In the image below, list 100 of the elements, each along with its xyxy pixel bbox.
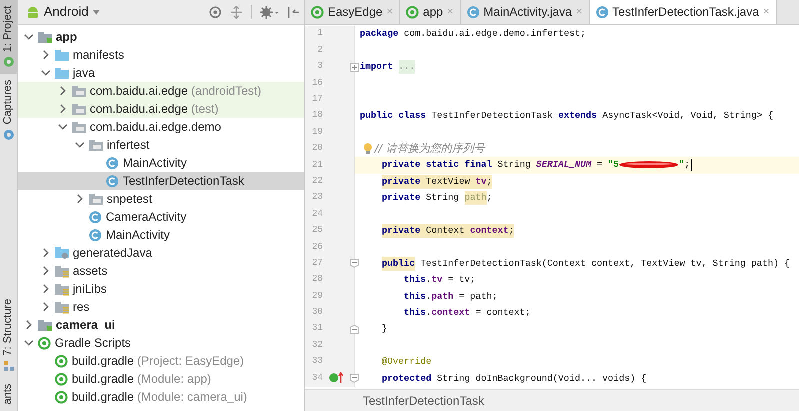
gradle-icon	[406, 6, 420, 18]
tool-window-tab[interactable]: ants	[0, 378, 17, 411]
module-folder-icon	[38, 318, 52, 332]
tree-item[interactable]: res	[18, 298, 304, 316]
package-folder-icon	[72, 102, 86, 116]
line-number: 33	[311, 355, 323, 368]
folder-icon	[55, 48, 69, 62]
class-icon	[596, 6, 609, 18]
code-line: this.path = path;	[404, 290, 498, 304]
gradle-icon	[311, 6, 324, 18]
line-number: 1	[316, 27, 323, 40]
redaction-mark	[619, 161, 680, 170]
generated-folder-icon	[55, 246, 69, 260]
code-line: // 请替换为您的序列号	[375, 140, 485, 157]
code-line: protected String doInBackground(Void... voids) {	[382, 372, 647, 386]
line-number: 28	[311, 273, 323, 286]
line-number: 31	[311, 322, 323, 336]
tree-item[interactable]: com.baidu.ai.edge (androidTest)	[18, 82, 304, 100]
class-icon	[106, 174, 119, 188]
tree-item[interactable]: app	[18, 28, 304, 46]
line-number: 32	[311, 338, 323, 352]
code-line: this.tv = tv;	[404, 273, 476, 288]
tree-item[interactable]: snpetest	[18, 190, 304, 208]
tree-item[interactable]: MainActivity	[18, 154, 304, 172]
code-line: package com.baidu.ai.edge.demo.infertest;	[360, 27, 586, 42]
line-number: 34	[311, 372, 323, 385]
tool-window-tab[interactable]: 1: Project	[0, 0, 17, 74]
line-number: 20	[311, 142, 323, 156]
line-number: 16	[311, 76, 323, 90]
tree-item[interactable]: Gradle Scripts	[18, 334, 304, 352]
tree-item[interactable]: build.gradle (Project: EasyEdge)	[18, 352, 304, 370]
line-number: 26	[311, 240, 323, 254]
package-folder-icon	[72, 120, 86, 134]
lightbulb-icon	[363, 142, 373, 155]
line-number: 21	[311, 158, 323, 172]
code-line: private static final String SERIAL_NUM = "5 ";	[382, 158, 692, 174]
line-number: 3	[316, 60, 323, 74]
tree-item[interactable]: MainActivity	[18, 226, 304, 244]
code-line: private String path;	[382, 190, 492, 206]
tree-item[interactable]: build.gradle (Module: app)	[18, 370, 304, 388]
gradle-icon	[55, 354, 68, 368]
code-line: private TextView tv;	[382, 174, 492, 190]
editor-tab[interactable]: MainActivity.java ×	[460, 0, 590, 24]
tree-item[interactable]: infertest	[18, 136, 304, 154]
line-number: 19	[311, 126, 323, 139]
code-line: this.context = context;	[404, 306, 531, 320]
tool-window-tab[interactable]: 7: Structure	[0, 293, 17, 378]
package-folder-icon	[72, 84, 86, 98]
line-number: 23	[311, 191, 323, 204]
tree-item[interactable]: generatedJava	[18, 244, 304, 262]
code-line: }	[382, 322, 388, 336]
gradle-icon	[55, 390, 68, 404]
tree-item[interactable]: com.baidu.ai.edge.demo	[18, 118, 304, 136]
package-folder-icon	[89, 192, 103, 206]
code-line: public TestInferDetectionTask(Context context, TextView tv, String path) {	[382, 256, 790, 272]
resource-folder-icon	[55, 282, 69, 296]
tree-item[interactable]: jniLibs	[18, 280, 304, 298]
collapse-icon[interactable]	[230, 6, 243, 18]
editor-tab[interactable]: TestInferDetectionTask.java ×	[590, 0, 777, 24]
resource-folder-icon	[55, 300, 69, 314]
line-number: 18	[311, 109, 323, 122]
class-icon	[89, 210, 102, 224]
caret-icon	[92, 10, 100, 14]
line-number: 27	[311, 256, 323, 270]
gradle-icon	[38, 336, 51, 350]
override-marker-icon	[329, 372, 344, 384]
package-folder-icon	[89, 138, 103, 152]
tool-window-tab[interactable]: Captures	[0, 74, 17, 148]
class-icon	[466, 6, 480, 18]
target-icon[interactable]	[209, 6, 222, 18]
capture-icon	[2, 129, 14, 142]
tree-item[interactable]: TestInferDetectionTask	[18, 172, 304, 190]
folder-icon	[55, 66, 69, 80]
settings-icon[interactable]	[260, 6, 280, 18]
resource-folder-icon	[55, 264, 69, 278]
line-number: 24	[311, 208, 323, 221]
code-line: public class TestInferDetectionTask extends AsyncTask<Void, Void, String> {	[360, 109, 774, 124]
tree-item[interactable]: camera_ui	[18, 316, 304, 334]
code-line: private Context context;	[382, 222, 514, 240]
hide-panel-icon[interactable]	[288, 6, 300, 18]
class-icon	[106, 156, 119, 170]
tree-item[interactable]: java	[18, 64, 304, 82]
tree-item[interactable]: assets	[18, 262, 304, 280]
tree-item[interactable]: manifests	[18, 46, 304, 64]
line-number: 25	[311, 224, 323, 238]
line-number: 2	[316, 44, 323, 57]
tree-item[interactable]: CameraActivity	[18, 208, 304, 226]
line-number: 17	[311, 93, 323, 106]
line-number: 29	[311, 290, 323, 303]
gradle-icon	[55, 372, 68, 386]
class-icon	[89, 228, 102, 242]
code-line: import ...	[360, 59, 416, 76]
line-number: 22	[311, 174, 323, 188]
code-line: @Override	[382, 355, 432, 370]
text-cursor	[691, 159, 692, 172]
tree-item[interactable]: build.gradle (Module: camera_ui)	[18, 388, 304, 406]
line-number: 30	[311, 306, 323, 320]
structure-icon	[2, 360, 14, 372]
tree-item[interactable]: com.baidu.ai.edge (test)	[18, 100, 304, 118]
module-folder-icon	[38, 30, 52, 44]
